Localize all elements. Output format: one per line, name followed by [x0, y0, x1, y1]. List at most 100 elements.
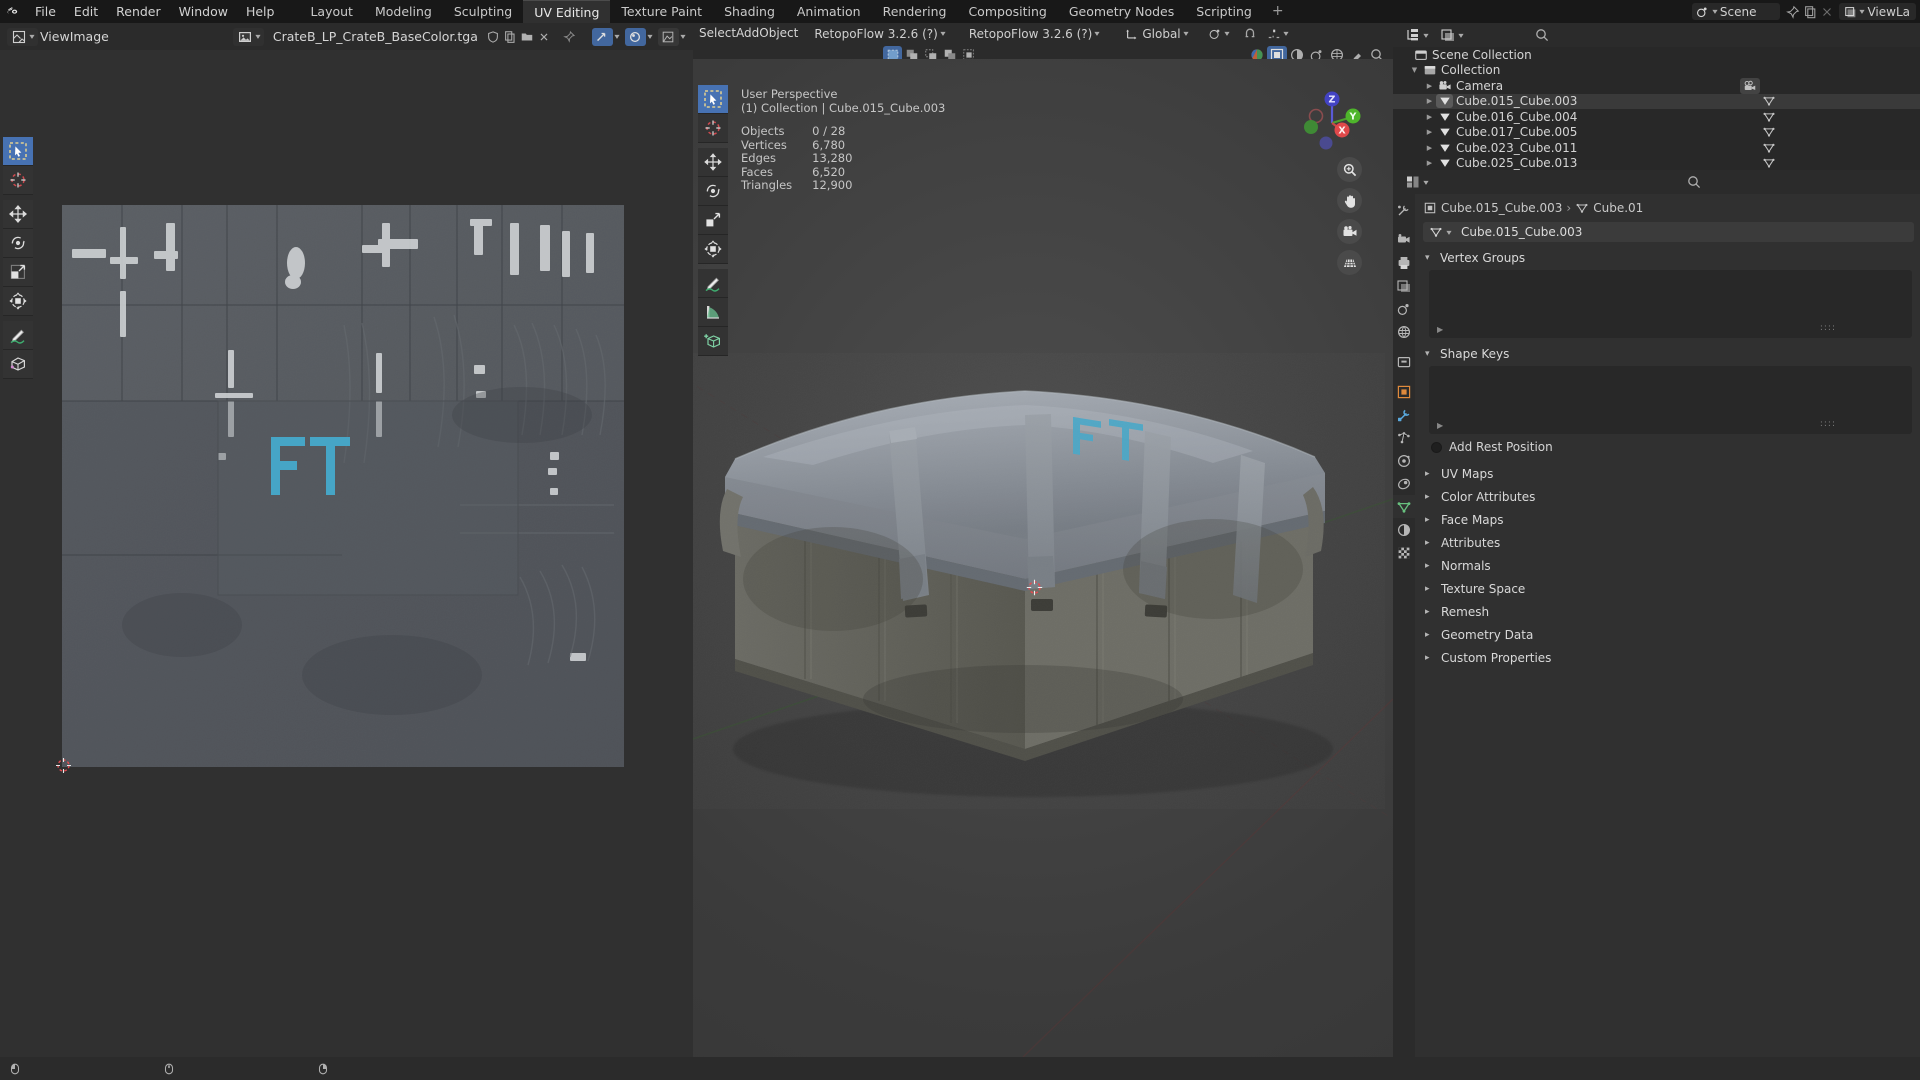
tab-modeling[interactable]: Modeling: [364, 0, 443, 23]
pan-hand-icon[interactable]: [1337, 188, 1362, 213]
scene-selector[interactable]: ▾ Scene: [1691, 3, 1781, 20]
uv-tool-transform[interactable]: [3, 287, 33, 316]
pin-scene-icon[interactable]: [1784, 4, 1801, 20]
tab-particles[interactable]: [1393, 426, 1415, 449]
v3d-menu-add[interactable]: Add: [736, 23, 759, 44]
v3d-menu-select[interactable]: Select: [699, 23, 736, 44]
v3d-tool-measure[interactable]: [698, 298, 728, 327]
v3d-tool-rotate[interactable]: [698, 177, 728, 206]
disclosure-right-icon[interactable]: ▶: [1423, 159, 1436, 167]
menu-file[interactable]: File: [26, 0, 65, 23]
disclosure-right-icon[interactable]: ▶: [1423, 128, 1436, 136]
chevron-down-icon[interactable]: ▾: [647, 32, 652, 41]
tab-object-data[interactable]: [1393, 495, 1415, 518]
mesh-data-icon[interactable]: [1762, 141, 1776, 155]
mesh-data-icon[interactable]: [1762, 125, 1776, 139]
outliner-display-mode[interactable]: ▾: [1401, 26, 1432, 44]
disclosure-right-icon[interactable]: ▶: [1423, 82, 1436, 90]
breadcrumb-object[interactable]: Cube.015_Cube.003: [1441, 201, 1562, 215]
v3d-tool-transform[interactable]: [698, 235, 728, 264]
tab-world[interactable]: [1393, 320, 1415, 343]
tab-material[interactable]: [1393, 518, 1415, 541]
blender-logo-icon[interactable]: [0, 0, 26, 23]
panel-header-face-maps[interactable]: ▸ Face Maps: [1415, 510, 1920, 530]
tab-collection[interactable]: [1393, 350, 1415, 373]
uv-menu-image[interactable]: Image: [70, 29, 109, 44]
tab-tool[interactable]: [1393, 198, 1415, 221]
tab-uv-editing[interactable]: UV Editing: [523, 0, 611, 23]
tab-animation[interactable]: Animation: [786, 0, 872, 23]
uv-tool-annotate[interactable]: [3, 321, 33, 350]
tab-texture-paint[interactable]: Texture Paint: [610, 0, 713, 23]
pivot-point-selector[interactable]: ▾: [1204, 25, 1233, 43]
mesh-data-icon[interactable]: [1762, 156, 1776, 170]
outliner-row-mesh[interactable]: ▶ Cube.025_Cube.013: [1393, 156, 1920, 170]
camera-data-icon[interactable]: [1740, 77, 1760, 94]
camera-view-icon[interactable]: [1337, 219, 1362, 244]
uv-image-name[interactable]: CrateB_LP_CrateB_BaseColor.tga: [266, 29, 485, 44]
proportional-edit-toggle[interactable]: ▾: [1263, 25, 1292, 43]
panel-header-normals[interactable]: ▸ Normals: [1415, 556, 1920, 576]
uv-tool-tweak-select-box[interactable]: [3, 137, 33, 166]
disclosure-down-icon[interactable]: ▼: [1408, 66, 1421, 74]
tab-scripting[interactable]: Scripting: [1185, 0, 1263, 23]
outliner-row-mesh[interactable]: ▶ Cube.017_Cube.005: [1393, 125, 1920, 141]
tab-compositing[interactable]: Compositing: [957, 0, 1057, 23]
mesh-data-icon[interactable]: [1762, 110, 1776, 124]
add-workspace-button[interactable]: +: [1263, 0, 1293, 23]
v3d-tool-move[interactable]: [698, 148, 728, 177]
search-icon[interactable]: [1531, 27, 1553, 43]
uv-canvas[interactable]: [0, 77, 693, 1057]
panel-header-remesh[interactable]: ▸ Remesh: [1415, 602, 1920, 622]
tab-scene[interactable]: [1393, 297, 1415, 320]
outliner-row-scene-collection[interactable]: Scene Collection: [1393, 47, 1920, 63]
tab-view-layer[interactable]: [1393, 274, 1415, 297]
snap-toggle[interactable]: [1239, 25, 1261, 43]
unlink-x-icon[interactable]: [536, 29, 553, 45]
disclosure-right-icon[interactable]: ▶: [1423, 144, 1436, 152]
uv-menu-view[interactable]: View: [40, 29, 70, 44]
panel-header-uv-maps[interactable]: ▸ UV Maps: [1415, 464, 1920, 484]
panel-header-shape-keys[interactable]: ▾ Shape Keys: [1415, 344, 1920, 364]
v3d-menu-object[interactable]: Object: [759, 23, 798, 44]
new-image-icon[interactable]: [502, 29, 519, 45]
tab-physics[interactable]: [1393, 449, 1415, 472]
v3d-tool-cursor[interactable]: [698, 114, 728, 143]
pin-icon[interactable]: [561, 29, 578, 45]
chevron-down-icon[interactable]: ▾: [680, 32, 685, 41]
fake-user-shield-icon[interactable]: [485, 29, 502, 45]
outliner-filter-datablock[interactable]: ▾: [1436, 26, 1467, 44]
add-rest-position-row[interactable]: Add Rest Position: [1415, 434, 1920, 454]
uv-tool-cursor[interactable]: [3, 166, 33, 195]
v3d-tool-scale[interactable]: [698, 206, 728, 235]
retopoflow-menu-1[interactable]: RetopoFlow 3.2.6 (?) ▾: [810, 25, 949, 43]
expand-arrow-icon[interactable]: ▶: [1437, 325, 1443, 334]
menu-help[interactable]: Help: [237, 0, 284, 23]
image-datablock-selector[interactable]: ▾: [232, 27, 264, 46]
zoom-icon[interactable]: [1337, 157, 1362, 182]
outliner-row-collection[interactable]: ▼ Collection: [1393, 63, 1920, 79]
menu-window[interactable]: Window: [170, 0, 237, 23]
panel-header-vertex-groups[interactable]: ▾ Vertex Groups: [1415, 248, 1920, 268]
delete-scene-icon[interactable]: [1818, 4, 1835, 20]
disclosure-right-icon[interactable]: ▶: [1423, 113, 1436, 121]
tab-constraints[interactable]: [1393, 472, 1415, 495]
outliner-row-camera[interactable]: ▶ Camera: [1393, 77, 1920, 94]
tab-sculpting[interactable]: Sculpting: [443, 0, 523, 23]
menu-render[interactable]: Render: [107, 0, 170, 23]
panel-header-texture-space[interactable]: ▸ Texture Space: [1415, 579, 1920, 599]
outliner-row-mesh[interactable]: ▶ Cube.015_Cube.003: [1393, 93, 1920, 109]
vertex-groups-list[interactable]: ▶ ::::: [1429, 270, 1912, 338]
disclosure-right-icon[interactable]: ▶: [1423, 97, 1436, 105]
uv-tool-rotate[interactable]: [3, 229, 33, 258]
breadcrumb-mesh[interactable]: Cube.01: [1593, 201, 1643, 215]
tab-geometry-nodes[interactable]: Geometry Nodes: [1058, 0, 1185, 23]
outliner-tree[interactable]: Scene Collection ▼ Collection ▶ Camera ▶…: [1393, 47, 1920, 170]
tab-modifier[interactable]: [1393, 403, 1415, 426]
view-layer-selector[interactable]: ▾ ViewLa: [1839, 3, 1916, 20]
properties-editor-type[interactable]: ▾: [1401, 173, 1432, 191]
shape-keys-list[interactable]: ▶ ::::: [1429, 366, 1912, 434]
expand-arrow-icon[interactable]: ▶: [1437, 421, 1443, 430]
search-icon[interactable]: [1683, 174, 1705, 190]
image-pivot-icon[interactable]: [657, 27, 679, 46]
